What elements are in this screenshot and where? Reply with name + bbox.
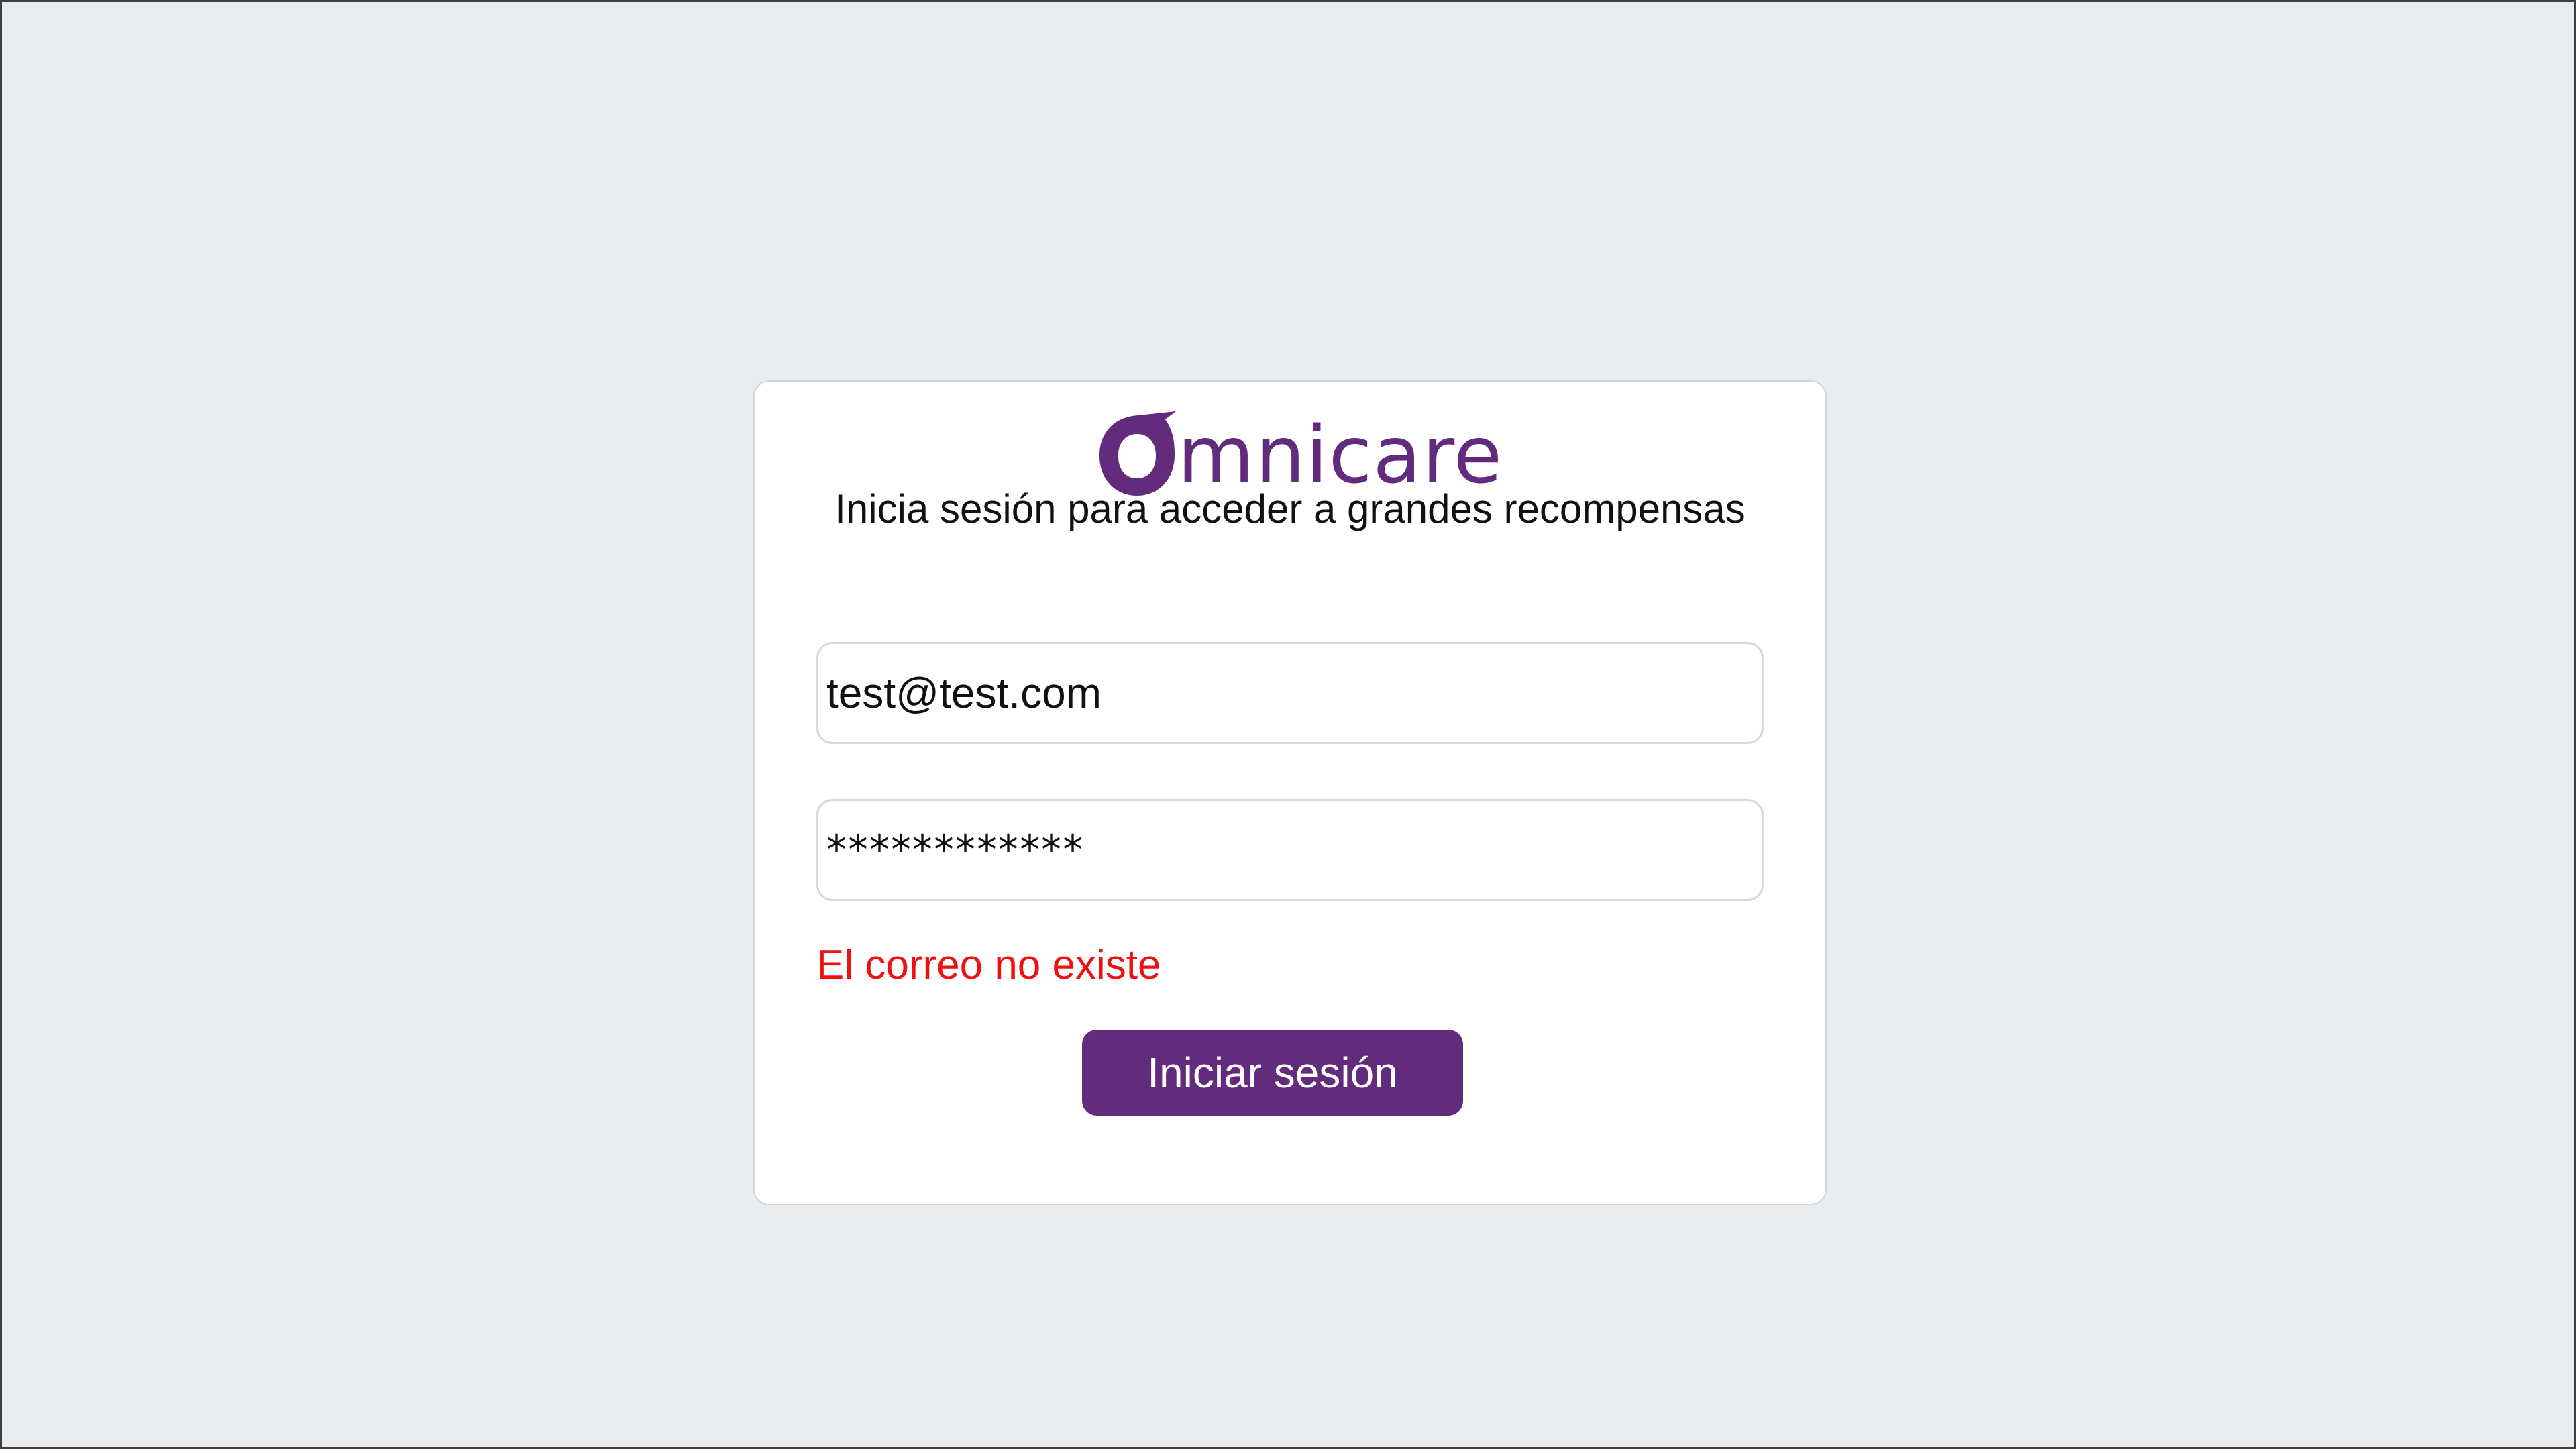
login-card: mnicare Inicia sesión para acceder a gra… <box>753 380 1827 1205</box>
email-field-value: test@test.com <box>826 669 1102 717</box>
error-message: El correo no existe <box>816 942 1161 988</box>
login-subtitle: Inicia sesión para acceder a grandes rec… <box>835 486 1746 531</box>
email-field[interactable]: test@test.com <box>816 642 1764 744</box>
password-field[interactable]: ************ <box>816 799 1764 901</box>
password-field-value: ************ <box>826 826 1084 873</box>
login-button[interactable]: Iniciar sesión <box>1082 1030 1463 1116</box>
login-button-label: Iniciar sesión <box>1147 1049 1398 1097</box>
